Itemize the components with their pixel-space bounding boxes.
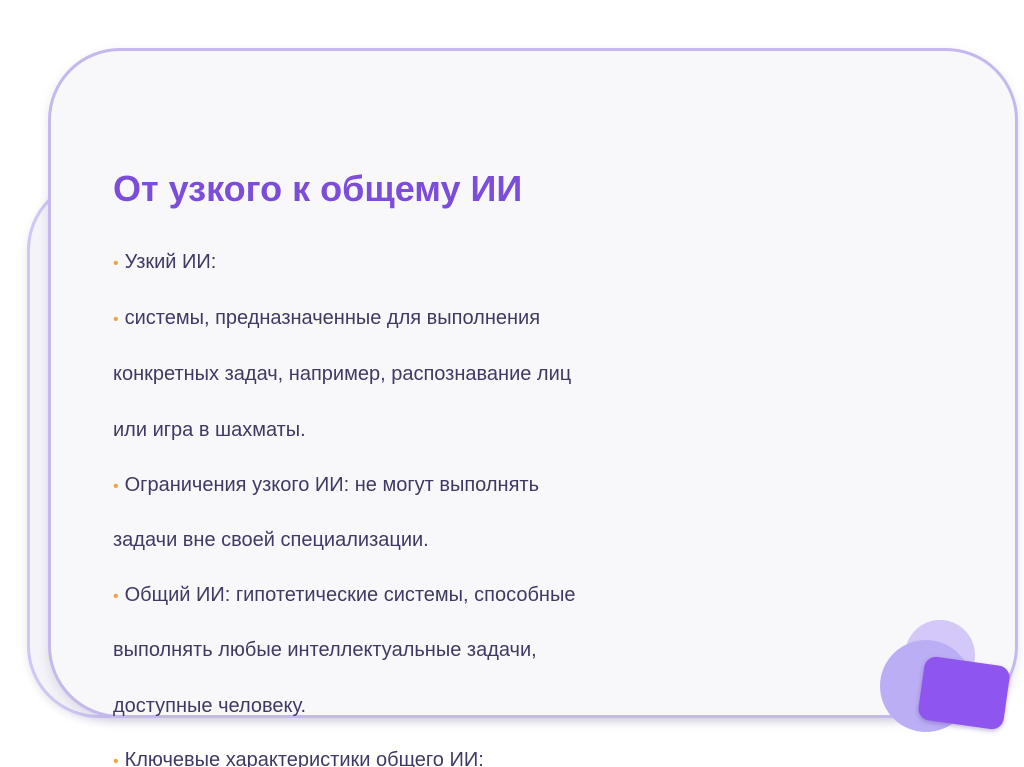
text-line-1: • Узкий ИИ:	[113, 250, 216, 276]
text-line-6: задачи вне своей специализации.	[113, 528, 429, 552]
text-line-10: • Ключевые характеристики общего ИИ:	[113, 748, 484, 767]
text-line-4: или игра в шахматы.	[113, 418, 306, 442]
line-text: задачи вне своей специализации.	[113, 529, 429, 551]
line-text: конкретных задач, например, распознавани…	[113, 363, 572, 385]
text-line-7: • Общий ИИ: гипотетические системы, спосо…	[113, 583, 575, 609]
line-text: или игра в шахматы.	[113, 419, 306, 441]
text-line-3: конкретных задач, например, распознавани…	[113, 362, 571, 386]
text-line-9: доступные человеку.	[113, 694, 306, 718]
line-text: системы, предназначенные для выполнения	[124, 307, 541, 329]
line-text: Ключевые характеристики общего ИИ:	[124, 749, 484, 767]
slide: От узкого к общему ИИ • Узкий ИИ: • систем…	[0, 0, 1024, 767]
bullet-icon: •	[113, 255, 119, 272]
line-text: Общий ИИ: гипотетические системы, способ…	[124, 584, 576, 606]
bullet-icon: •	[113, 311, 119, 328]
bullet-icon: •	[113, 588, 119, 605]
decorative-square	[916, 655, 1012, 731]
line-text: Ограничения узкого ИИ: не могут выполнят…	[124, 474, 539, 496]
slide-title: От узкого к общему ИИ	[113, 168, 523, 209]
text-line-2: • системы, предназначенные для выполнения	[113, 306, 540, 332]
bullet-icon: •	[113, 753, 119, 767]
bullet-icon: •	[113, 478, 119, 495]
line-text: Узкий ИИ:	[124, 251, 217, 273]
text-line-5: • Ограничения узкого ИИ: не могут выполня…	[113, 473, 539, 499]
text-line-8: выполнять любые интеллектуальные задачи,	[113, 638, 537, 662]
line-text: выполнять любые интеллектуальные задачи,	[113, 639, 537, 661]
line-text: доступные человеку.	[113, 695, 307, 717]
